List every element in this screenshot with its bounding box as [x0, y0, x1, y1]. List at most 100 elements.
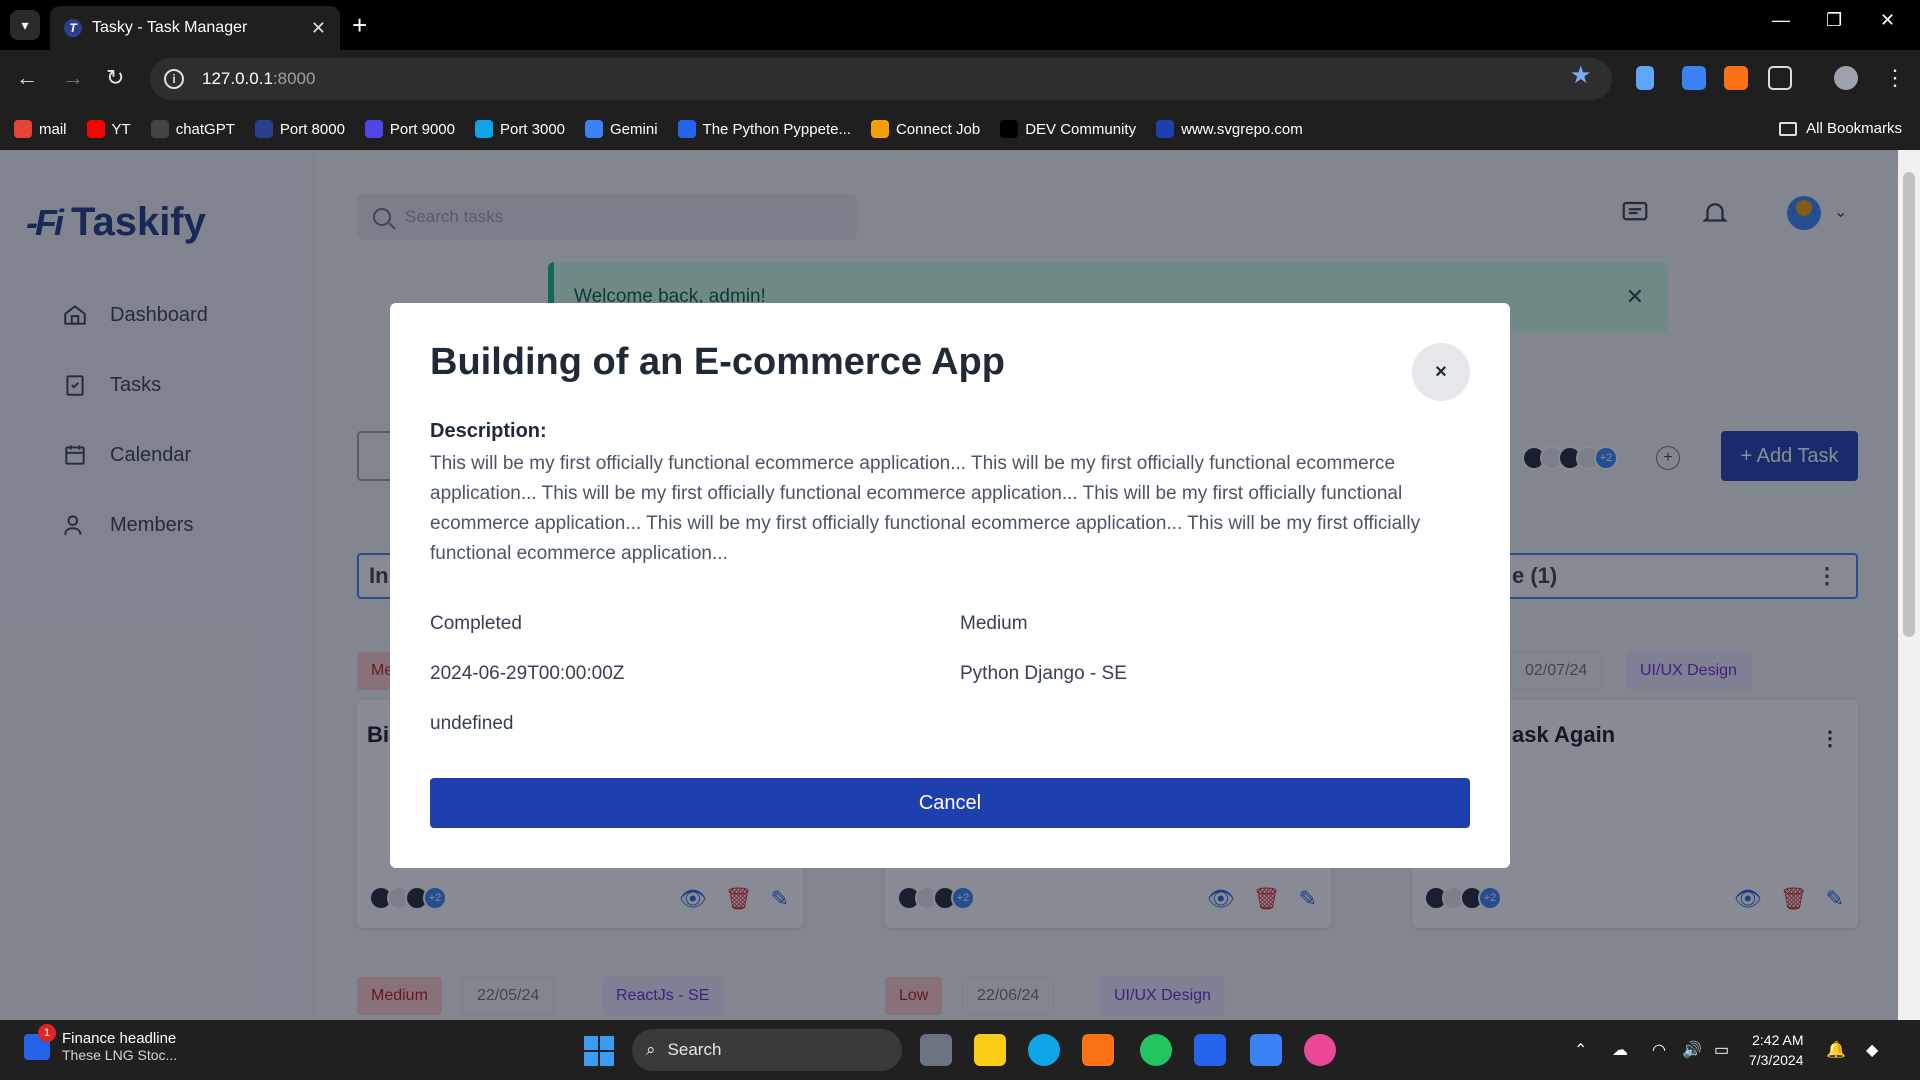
translate-extension-icon[interactable] — [1682, 66, 1706, 90]
chatgpt-icon — [150, 120, 169, 138]
volume-icon[interactable]: 🔊 — [1682, 1040, 1702, 1060]
bookmark-label: Port 3000 — [499, 120, 566, 138]
slack-icon[interactable] — [1304, 1034, 1336, 1066]
bookmark-item[interactable]: YT — [86, 120, 131, 138]
news-badge: 1 — [38, 1023, 56, 1042]
scrollbar-thumb[interactable] — [1903, 172, 1915, 637]
bookmark-item[interactable]: DEV Community — [1000, 120, 1136, 138]
docs-extension-icon[interactable] — [1636, 66, 1654, 90]
news-icon: 1 — [24, 1023, 56, 1060]
description-text: This will be my first officially functio… — [430, 453, 1421, 564]
tab-close-icon[interactable]: ✕ — [311, 18, 326, 39]
onedrive-icon[interactable]: ☁ — [1612, 1040, 1628, 1060]
tab-title: Tasky - Task Manager — [92, 19, 248, 36]
bookmark-label: Connect Job — [895, 120, 981, 138]
site-info-icon[interactable]: i — [164, 69, 184, 89]
search-icon: ⌕ — [646, 1040, 656, 1059]
store-icon[interactable] — [1082, 1034, 1114, 1066]
tasky-icon — [254, 120, 273, 138]
all-bookmarks-button[interactable]: All Bookmarks — [1779, 120, 1902, 137]
bookmark-item[interactable]: www.svgrepo.com — [1156, 120, 1303, 138]
all-bookmarks-label: All Bookmarks — [1806, 120, 1902, 137]
edge-icon[interactable] — [1028, 1034, 1060, 1066]
extensions-puzzle-icon[interactable] — [1768, 66, 1792, 90]
back-icon[interactable]: ← — [16, 66, 38, 90]
taskbar-search-label: Search — [667, 1040, 722, 1059]
browser-tab[interactable]: T Tasky - Task Manager ✕ — [50, 6, 340, 50]
folder-icon — [1779, 121, 1798, 136]
notepad-icon[interactable] — [1250, 1034, 1282, 1066]
description-label: Description: — [430, 420, 547, 442]
react-icon — [474, 120, 493, 138]
windows-taskbar: 1 Finance headline These LNG Stoc... ⌕ Se… — [0, 1020, 1920, 1080]
gmail-icon — [14, 120, 32, 138]
dev-icon — [1000, 120, 1019, 138]
task-status: Completed — [430, 613, 522, 634]
file-explorer-icon[interactable] — [974, 1034, 1006, 1066]
tab-favicon-icon: T — [64, 19, 82, 37]
pyppeteer-icon — [677, 120, 696, 138]
bookmark-label: YT — [111, 120, 131, 138]
news-subtitle: These LNG Stoc... — [62, 1047, 178, 1063]
chrome-icon[interactable] — [1140, 1034, 1172, 1066]
profile-avatar-icon[interactable] — [1834, 66, 1858, 90]
address-bar-row: ← → ↻ i 127.0.0.1:8000 ★ ⋮ — [0, 50, 1920, 108]
gemini-icon — [585, 120, 604, 138]
bookmark-item[interactable]: mail — [14, 120, 67, 138]
bookmark-item[interactable]: Port 8000 — [254, 120, 345, 138]
vscode-icon[interactable] — [1194, 1034, 1226, 1066]
cancel-button[interactable]: Cancel — [430, 778, 1470, 828]
url-host: 127.0.0.1 — [202, 69, 273, 88]
bookmark-label: Gemini — [610, 120, 658, 138]
task-due-date: 2024-06-29T00:00:00Z — [430, 663, 625, 684]
taskbar-clock[interactable]: 2:42 AM 7/3/2024 — [1749, 1030, 1804, 1070]
bookmark-item[interactable]: Port 3000 — [474, 120, 566, 138]
clock-time: 2:42 AM — [1752, 1032, 1804, 1048]
bookmark-label: www.svgrepo.com — [1181, 120, 1303, 138]
bookmark-item[interactable]: chatGPT — [150, 120, 235, 138]
browser-menu-icon[interactable]: ⋮ — [1884, 66, 1906, 90]
s-icon — [364, 120, 383, 138]
bookmark-star-icon[interactable]: ★ — [1570, 61, 1592, 90]
news-title: Finance headline — [62, 1030, 177, 1047]
clock-date: 7/3/2024 — [1749, 1052, 1804, 1068]
bookmark-item[interactable]: Gemini — [585, 120, 658, 138]
task-extra-field: undefined — [430, 713, 514, 734]
window-close-icon[interactable]: ✕ — [1880, 10, 1895, 31]
news-widget[interactable]: 1 Finance headline These LNG Stoc... — [24, 1023, 178, 1063]
bookmark-label: mail — [39, 120, 67, 138]
svgrepo-icon — [1156, 120, 1175, 138]
wifi-icon[interactable]: ◠ — [1652, 1040, 1666, 1060]
url-port: :8000 — [272, 69, 316, 88]
bookmark-label: The Python Pyppete... — [702, 120, 851, 138]
bookmark-label: Port 8000 — [279, 120, 345, 138]
bookmark-item[interactable]: The Python Pyppete... — [677, 120, 851, 138]
notification-bell-icon[interactable]: 🔔 — [1826, 1040, 1846, 1060]
modal-title: Building of an E-commerce App — [430, 341, 1005, 383]
browser-tab-bar: ▾ T Tasky - Task Manager ✕ + — ❐ ✕ — [0, 0, 1920, 50]
people-icon — [870, 120, 889, 138]
new-tab-button[interactable]: + — [352, 10, 367, 40]
page-scrollbar[interactable] — [1898, 150, 1920, 1020]
modal-close-button[interactable]: × — [1412, 343, 1470, 401]
reload-icon[interactable]: ↻ — [106, 66, 124, 90]
battery-icon[interactable]: ▭ — [1714, 1040, 1729, 1060]
bookmark-item[interactable]: Port 9000 — [364, 120, 455, 138]
bookmark-item[interactable]: Connect Job — [870, 120, 981, 138]
restore-icon[interactable]: ❐ — [1826, 10, 1842, 31]
youtube-icon — [86, 120, 105, 138]
metamask-extension-icon[interactable] — [1724, 66, 1748, 90]
tab-search-button[interactable]: ▾ — [10, 10, 40, 40]
chevron-up-icon[interactable]: ⌃ — [1574, 1040, 1587, 1060]
start-button[interactable] — [584, 1036, 614, 1066]
task-view-icon[interactable] — [920, 1034, 952, 1066]
bookmark-label: DEV Community — [1025, 120, 1137, 138]
task-detail-modal: Building of an E-commerce App × Descript… — [390, 303, 1510, 868]
taskbar-search[interactable]: ⌕ Search — [632, 1029, 902, 1071]
bookmark-label: chatGPT — [175, 120, 235, 138]
bookmark-label: Port 9000 — [389, 120, 455, 138]
copilot-icon[interactable]: ◆ — [1866, 1040, 1878, 1060]
address-bar[interactable]: i 127.0.0.1:8000 — [150, 58, 1612, 100]
forward-icon[interactable]: → — [62, 66, 84, 90]
minimize-icon[interactable]: — — [1772, 10, 1790, 31]
